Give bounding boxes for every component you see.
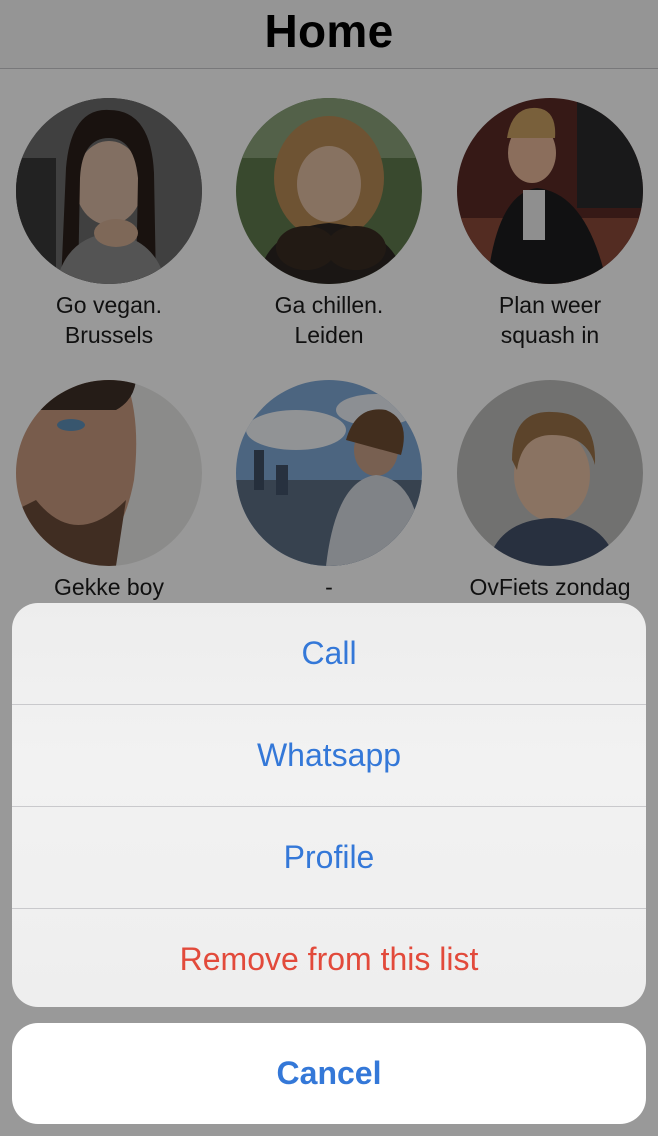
action-sheet: Call Whatsapp Profile Remove from this l…	[12, 603, 646, 1007]
whatsapp-action-button[interactable]: Whatsapp	[12, 705, 646, 806]
cancel-button[interactable]: Cancel	[12, 1023, 646, 1124]
profile-action-button[interactable]: Profile	[12, 807, 646, 908]
remove-from-list-button[interactable]: Remove from this list	[12, 909, 646, 1007]
call-action-button[interactable]: Call	[12, 603, 646, 704]
